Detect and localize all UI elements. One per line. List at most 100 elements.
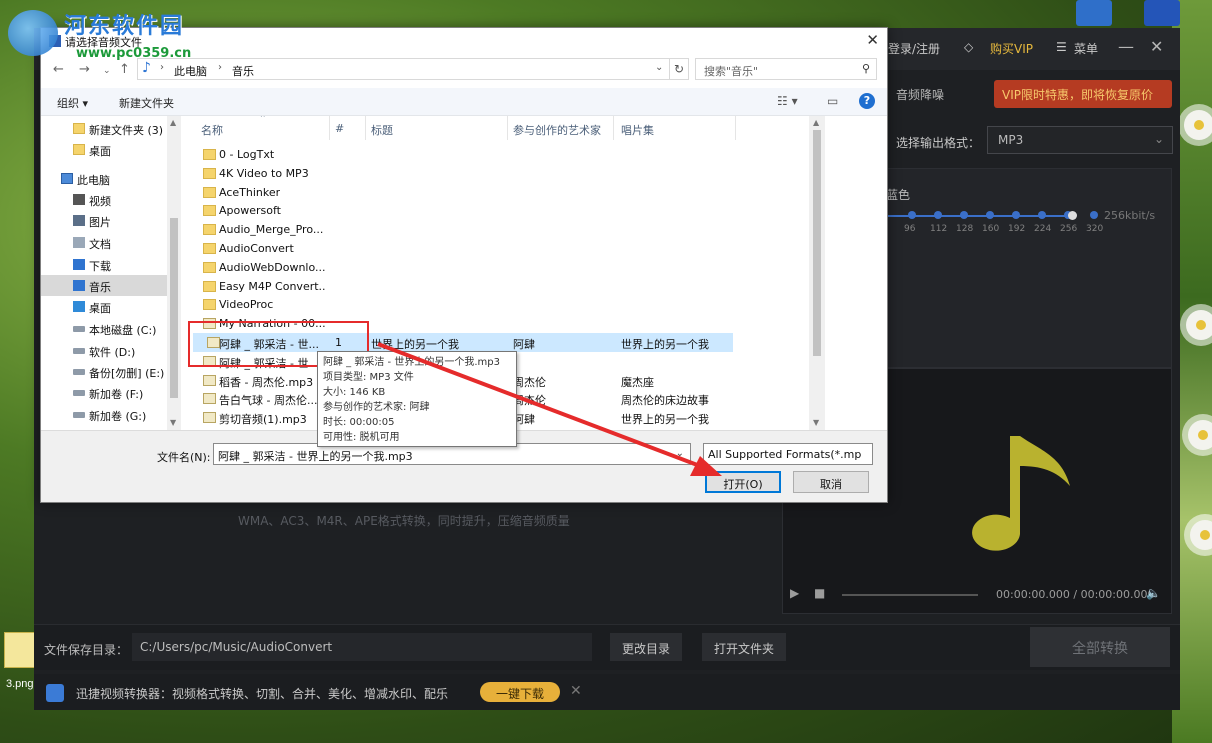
- dialog-close-icon[interactable]: ✕: [866, 31, 879, 49]
- file-row[interactable]: AudioWebDownlo...: [189, 258, 809, 277]
- back-arrow-icon[interactable]: ←: [53, 62, 64, 77]
- play-icon[interactable]: ▶: [790, 586, 799, 600]
- desktop-pdf-icon[interactable]: [1144, 0, 1180, 26]
- file-row[interactable]: 0 - LogTxt: [189, 145, 809, 164]
- nav-scrollbar[interactable]: ▲ ▼: [167, 116, 181, 430]
- file-artist: 周杰伦: [513, 375, 546, 389]
- nav-item[interactable]: 图片: [41, 210, 167, 231]
- login-link[interactable]: 登录/注册: [888, 40, 940, 57]
- bitrate-label: 蓝色: [886, 188, 911, 202]
- file-list-scrollbar[interactable]: ▲ ▼: [809, 116, 825, 430]
- bitrate-slider-stop[interactable]: [1090, 211, 1098, 219]
- column-header-album[interactable]: 唱片集: [621, 122, 654, 138]
- nav-item[interactable]: 新加卷 (G:): [41, 404, 167, 425]
- column-divider[interactable]: [507, 116, 508, 140]
- stop-icon[interactable]: ■: [814, 586, 825, 600]
- cancel-button[interactable]: 取消: [793, 471, 869, 493]
- close-icon[interactable]: ✕: [1150, 37, 1163, 56]
- column-divider[interactable]: [329, 116, 330, 140]
- desktop-file-icon[interactable]: [4, 632, 36, 668]
- menu-link[interactable]: 菜单: [1074, 40, 1098, 57]
- nav-item[interactable]: 下载: [41, 254, 167, 275]
- convert-all-button[interactable]: 全部转换: [1030, 627, 1170, 667]
- scroll-up-icon[interactable]: ▲: [813, 118, 819, 127]
- playback-progress[interactable]: [842, 594, 978, 596]
- column-divider[interactable]: [365, 116, 366, 140]
- organize-menu[interactable]: 组织 ▾: [57, 95, 88, 111]
- file-row[interactable]: AudioConvert: [189, 239, 809, 258]
- file-row[interactable]: Apowersoft: [189, 201, 809, 220]
- output-format-select[interactable]: MP3 ⌄: [987, 126, 1173, 154]
- column-header-artist[interactable]: 参与创作的艺术家: [513, 122, 601, 138]
- file-name: Audio_Merge_Pro...: [219, 223, 324, 237]
- save-path-field[interactable]: C:/Users/pc/Music/AudioConvert: [132, 633, 592, 661]
- forward-arrow-icon[interactable]: →: [79, 62, 90, 77]
- file-row[interactable]: VideoProc: [189, 295, 809, 314]
- file-type-select[interactable]: All Supported Formats(*.mp: [703, 443, 873, 465]
- bitrate-slider-stop[interactable]: [986, 211, 994, 219]
- nav-item[interactable]: 备份[勿删] (E:): [41, 361, 167, 382]
- change-dir-button[interactable]: 更改目录: [610, 633, 683, 661]
- desktop-app-icon[interactable]: [1076, 0, 1112, 26]
- nav-item[interactable]: 新建文件夹 (3): [41, 118, 167, 139]
- nav-item[interactable]: 音乐: [41, 275, 167, 296]
- bitrate-slider-stop[interactable]: [1012, 211, 1020, 219]
- open-button[interactable]: 打开(O): [705, 471, 781, 493]
- column-header-name[interactable]: 名称: [201, 122, 223, 138]
- column-header-number[interactable]: #: [335, 122, 344, 135]
- volume-icon[interactable]: 🔈: [1146, 586, 1161, 600]
- chevron-down-icon[interactable]: ⌄: [676, 448, 684, 459]
- up-arrow-icon[interactable]: ↑: [119, 62, 130, 77]
- nav-item[interactable]: 视频: [41, 189, 167, 210]
- refresh-icon[interactable]: ↻: [669, 58, 689, 80]
- bitrate-slider-stop[interactable]: [934, 211, 942, 219]
- view-options-icon[interactable]: ☷ ▾: [777, 94, 798, 108]
- bitrate-slider-stop[interactable]: [1038, 211, 1046, 219]
- help-icon[interactable]: ?: [859, 93, 875, 109]
- vip-promo-banner[interactable]: VIP限时特惠，即将恢复原价: [994, 80, 1172, 108]
- column-header-title[interactable]: 标题: [371, 122, 393, 138]
- nav-item[interactable]: 本地磁盘 (C:): [41, 318, 167, 339]
- open-folder-button[interactable]: 打开文件夹: [702, 633, 787, 661]
- breadcrumb-music[interactable]: 音乐: [232, 63, 254, 79]
- bitrate-tick-label: 192: [1008, 224, 1026, 234]
- file-type-value: All Supported Formats(*.mp: [708, 448, 862, 461]
- column-divider[interactable]: [735, 116, 736, 140]
- nav-item[interactable]: 软件 (D:): [41, 340, 167, 361]
- file-list-scroll-thumb[interactable]: [813, 130, 821, 356]
- menu-icon: ☰: [1056, 40, 1067, 54]
- nav-scroll-thumb[interactable]: [170, 218, 178, 398]
- file-row[interactable]: Easy M4P Convert...: [189, 277, 809, 296]
- music-note-icon: [972, 436, 1070, 551]
- bitrate-slider-handle[interactable]: [1068, 211, 1077, 220]
- bitrate-slider-stop[interactable]: [908, 211, 916, 219]
- folder-icon: [203, 243, 216, 254]
- nav-item[interactable]: 新加卷 (F:): [41, 382, 167, 403]
- address-dropdown-icon[interactable]: ⌄: [655, 62, 663, 73]
- audio-file-icon: [203, 374, 216, 386]
- file-row[interactable]: Audio_Merge_Pro...: [189, 220, 809, 239]
- search-input[interactable]: 搜索"音乐" ⚲: [695, 58, 877, 80]
- preview-pane-icon[interactable]: ▭: [827, 94, 838, 108]
- new-folder-button[interactable]: 新建文件夹: [119, 95, 174, 111]
- scroll-up-icon[interactable]: ▲: [170, 118, 176, 127]
- file-row[interactable]: 4K Video to MP3: [189, 164, 809, 183]
- tab-audio-denoise[interactable]: 音频降噪: [896, 86, 944, 103]
- nav-item[interactable]: 此电脑: [41, 168, 167, 189]
- address-bar[interactable]: ♪ › 此电脑 › 音乐: [137, 58, 689, 80]
- nav-item[interactable]: 桌面: [41, 139, 167, 160]
- minimize-icon[interactable]: —: [1118, 37, 1134, 56]
- bitrate-slider-stop[interactable]: [960, 211, 968, 219]
- buy-vip-link[interactable]: 购买VIP: [990, 40, 1033, 57]
- breadcrumb-this-pc[interactable]: 此电脑: [174, 63, 207, 79]
- scroll-down-icon[interactable]: ▼: [813, 418, 819, 427]
- ad-download-button[interactable]: 一键下载: [480, 682, 560, 702]
- recent-dropdown-icon[interactable]: ⌄: [103, 66, 111, 76]
- ad-close-icon[interactable]: ✕: [570, 683, 582, 699]
- nav-item[interactable]: 文档: [41, 232, 167, 253]
- nav-item-label: 软件 (D:): [89, 346, 136, 359]
- column-divider[interactable]: [613, 116, 614, 140]
- scroll-down-icon[interactable]: ▼: [170, 418, 176, 427]
- file-row[interactable]: AceThinker: [189, 183, 809, 202]
- nav-item[interactable]: 桌面: [41, 296, 167, 317]
